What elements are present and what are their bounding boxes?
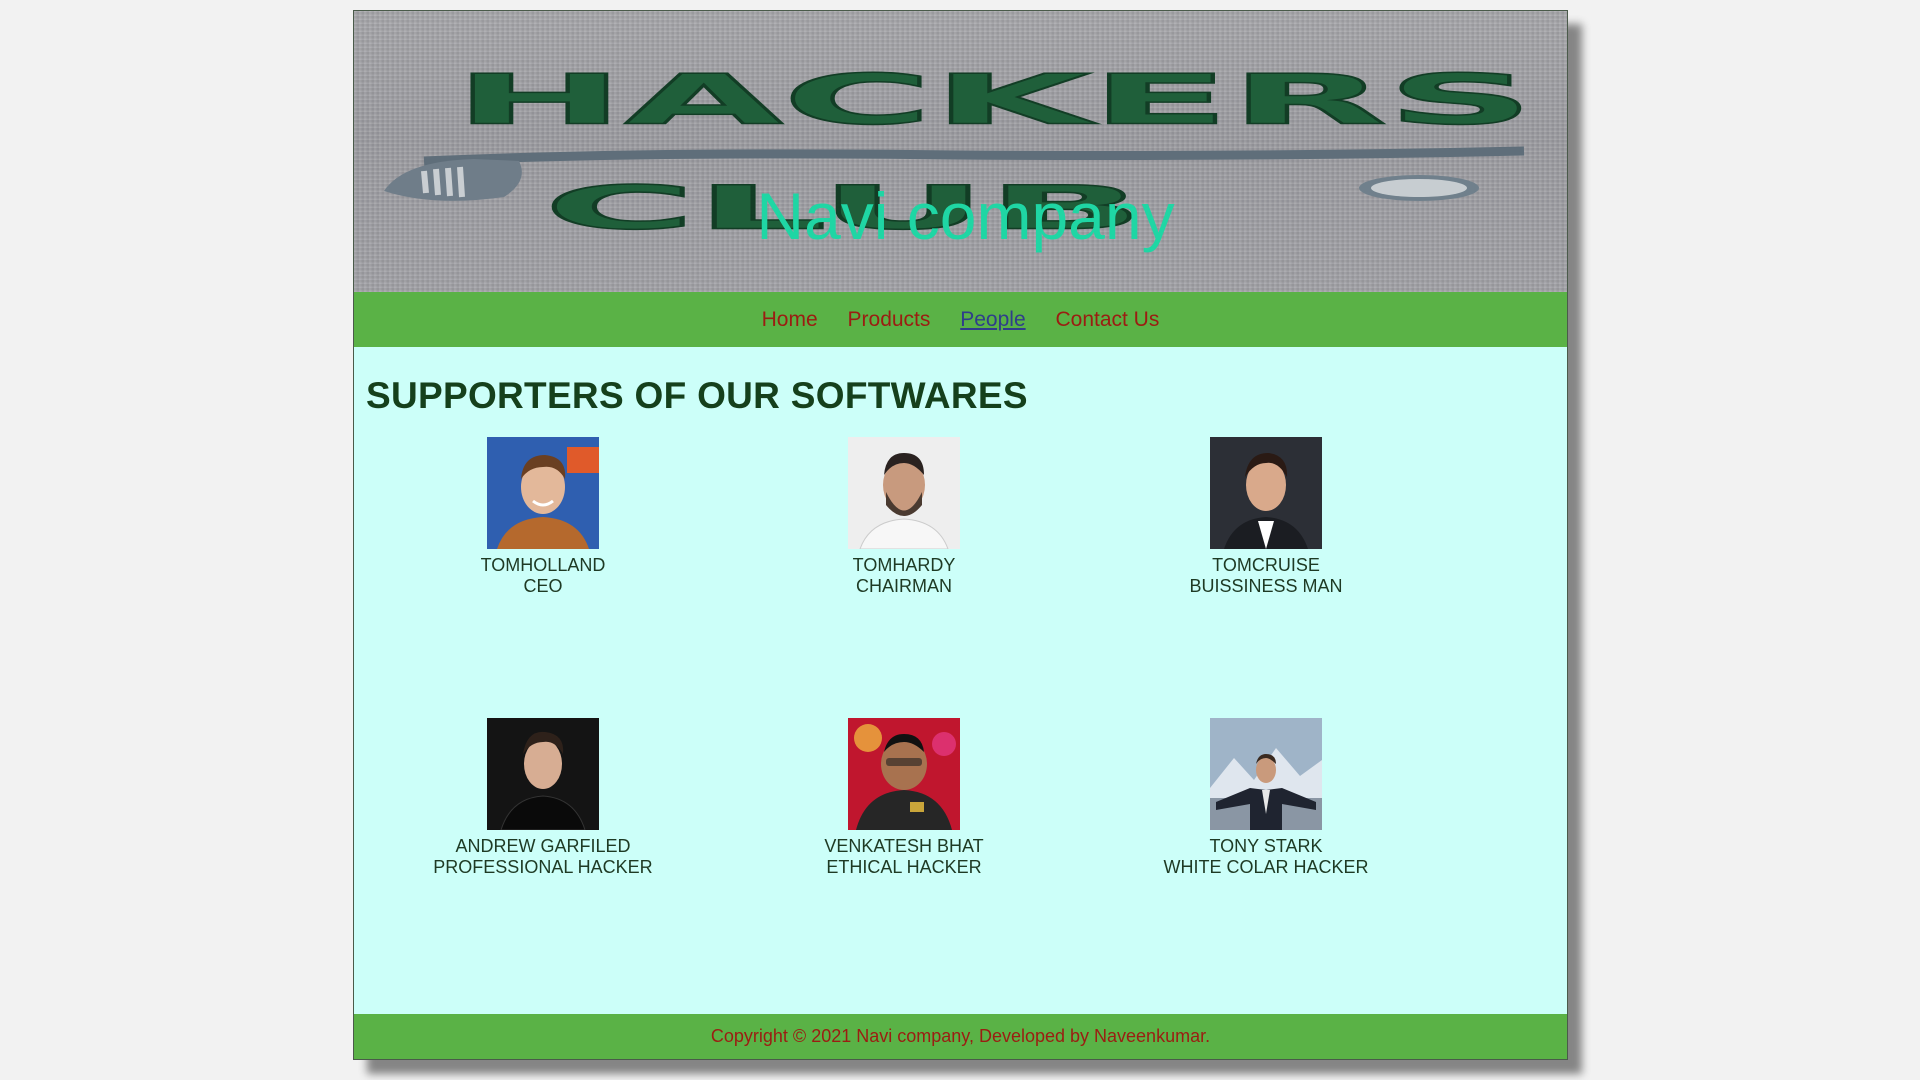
company-title: Navi company <box>756 179 1175 253</box>
person-name: TOMCRUISE <box>1212 555 1320 575</box>
person-name: TOMHARDY <box>852 555 956 575</box>
person-name: TOMHOLLAND <box>480 555 606 575</box>
person-role: BUISSINESS MAN <box>1189 576 1343 596</box>
person-photo <box>1210 718 1322 830</box>
person-card: TOMHOLLAND CEO <box>413 437 673 597</box>
header-banner: HACKERS CLUB Navi company <box>354 11 1567 292</box>
people-section: SUPPORTERS OF OUR SOFTWARES TOMHOLLAND C… <box>354 347 1567 1012</box>
person-name: VENKATESH BHAT <box>824 836 984 856</box>
person-card: TOMHARDY CHAIRMAN <box>774 437 1034 597</box>
nav-home-link[interactable]: Home <box>762 308 818 331</box>
person-photo <box>848 718 960 830</box>
copyright-text: Copyright © 2021 Navi company, Developed… <box>710 1026 1211 1046</box>
person-card: TOMCRUISE BUISSINESS MAN <box>1136 437 1396 597</box>
page-title: SUPPORTERS OF OUR SOFTWARES <box>366 375 1028 416</box>
page-container: HACKERS CLUB Navi company Home Products … <box>353 10 1568 1060</box>
person-role: CEO <box>523 576 563 596</box>
nav-contact-link[interactable]: Contact Us <box>1055 308 1159 331</box>
person-photo <box>487 437 599 549</box>
person-role: CHAIRMAN <box>855 576 952 596</box>
person-photo <box>848 437 960 549</box>
main-nav: Home Products People Contact Us <box>354 292 1567 347</box>
svg-text:HACKERS: HACKERS <box>454 61 1534 141</box>
person-name: TONY STARK <box>1209 836 1323 856</box>
person-card: VENKATESH BHAT ETHICAL HACKER <box>774 718 1034 878</box>
person-photo <box>1210 437 1322 549</box>
person-card: ANDREW GARFILED PROFESSIONAL HACKER <box>413 718 673 878</box>
person-name: ANDREW GARFILED <box>455 836 631 856</box>
person-role: ETHICAL HACKER <box>826 857 982 877</box>
nav-people-link[interactable]: People <box>960 308 1025 331</box>
person-role: WHITE COLAR HACKER <box>1163 857 1369 877</box>
nav-products-link[interactable]: Products <box>848 308 931 331</box>
person-photo <box>487 718 599 830</box>
person-card: TONY STARK WHITE COLAR HACKER <box>1136 718 1396 878</box>
footer: Copyright © 2021 Navi company, Developed… <box>354 1014 1567 1059</box>
person-role: PROFESSIONAL HACKER <box>433 857 653 877</box>
